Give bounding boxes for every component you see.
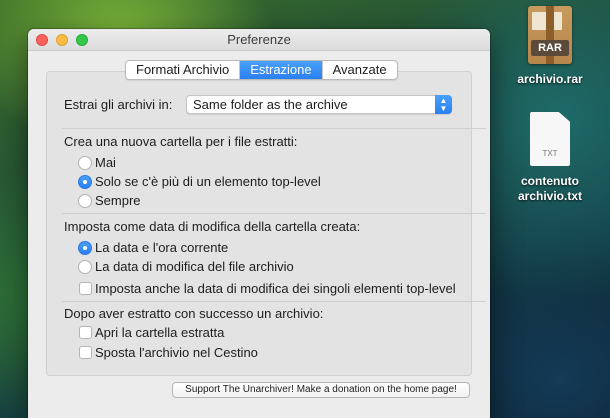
after-section-heading: Dopo aver estratto con successo un archi… xyxy=(64,306,324,321)
checkbox-apri-cartella[interactable] xyxy=(79,326,92,339)
checkbox-sposta-cestino-label: Sposta l'archivio nel Cestino xyxy=(95,345,258,360)
preferences-window: Preferenze Formati Archivio Estrazione A… xyxy=(28,29,490,418)
divider xyxy=(62,128,486,129)
tab-formati-archivio[interactable]: Formati Archivio xyxy=(126,61,241,79)
radio-mai-label: Mai xyxy=(95,155,116,170)
desktop-item-txt[interactable]: TXT contenuto archivio.txt xyxy=(505,112,595,204)
window-title: Preferenze xyxy=(227,32,291,47)
desktop-item-rar[interactable]: RAR archivio.rar xyxy=(505,6,595,87)
divider xyxy=(62,213,486,214)
extract-location-value: Same folder as the archive xyxy=(193,97,348,112)
checkbox-data-top-level[interactable] xyxy=(79,282,92,295)
checkbox-sposta-cestino[interactable] xyxy=(79,346,92,359)
tab-bar: Formati Archivio Estrazione Avanzate xyxy=(125,60,398,80)
radio-data-corrente[interactable] xyxy=(78,241,92,255)
rar-archive-icon: RAR xyxy=(528,6,572,64)
desktop-item-label: archivio.rar xyxy=(517,72,583,86)
tab-avanzate[interactable]: Avanzate xyxy=(323,61,397,79)
support-donation-button[interactable]: Support The Unarchiver! Make a donation … xyxy=(172,382,470,398)
extract-location-select[interactable]: Same folder as the archive ▲ ▼ xyxy=(186,95,452,114)
folder-section-heading: Crea una nuova cartella per i file estra… xyxy=(64,134,298,149)
text-file-icon: TXT xyxy=(530,112,570,166)
radio-solo-se-top-level[interactable] xyxy=(78,175,92,189)
desktop-item-label: contenuto archivio.txt xyxy=(517,174,583,203)
date-section-heading: Imposta come data di modifica della cart… xyxy=(64,219,361,234)
radio-data-corrente-label: La data e l'ora corrente xyxy=(95,240,229,255)
radio-data-archivio-label: La data di modifica del file archivio xyxy=(95,259,294,274)
minimize-button[interactable] xyxy=(56,34,68,46)
radio-solo-se-top-level-label: Solo se c'è più di un elemento top-level xyxy=(95,174,321,189)
radio-sempre[interactable] xyxy=(78,194,92,208)
checkbox-apri-cartella-label: Apri la cartella estratta xyxy=(95,325,225,340)
radio-sempre-label: Sempre xyxy=(95,193,141,208)
zoom-button[interactable] xyxy=(76,34,88,46)
title-bar[interactable]: Preferenze xyxy=(28,29,490,51)
extract-location-label: Estrai gli archivi in: xyxy=(64,97,173,112)
chevron-updown-icon: ▲ ▼ xyxy=(435,95,452,114)
divider xyxy=(62,301,486,302)
tab-estrazione[interactable]: Estrazione xyxy=(240,61,323,79)
radio-data-archivio[interactable] xyxy=(78,260,92,274)
checkbox-data-top-level-label: Imposta anche la data di modifica dei si… xyxy=(95,281,456,296)
radio-mai[interactable] xyxy=(78,156,92,170)
close-button[interactable] xyxy=(36,34,48,46)
